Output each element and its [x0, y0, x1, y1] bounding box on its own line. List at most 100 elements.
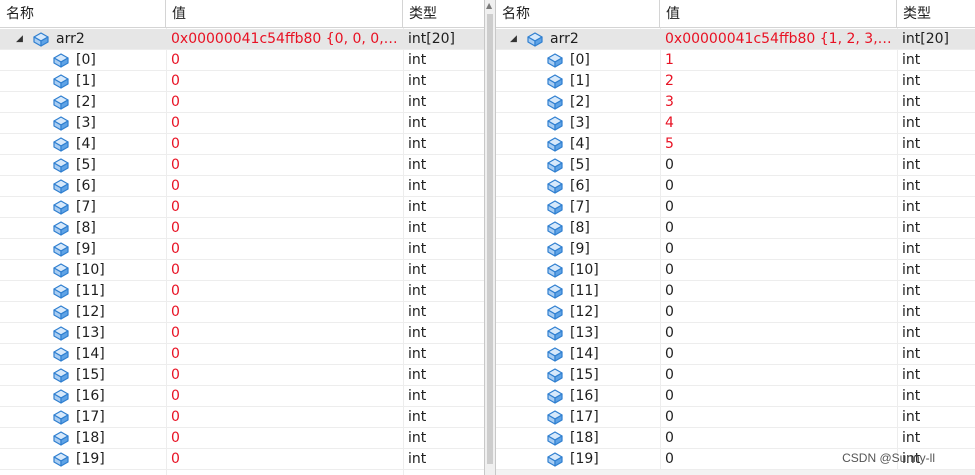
variable-value[interactable]: 0x00000041c54ffb80 {0, 0, 0, 0, 0, 0, ..… — [171, 29, 400, 50]
column-header-value[interactable]: 值 — [166, 0, 403, 28]
watch-row[interactable]: [1] 0 int — [0, 71, 484, 92]
watch-row[interactable]: [16] 0 int — [496, 386, 975, 407]
variable-value[interactable]: 0 — [171, 92, 400, 113]
watch-row[interactable]: [2] 0 int — [0, 92, 484, 113]
watch-row[interactable]: [17] 0 int — [0, 407, 484, 428]
variable-type: int — [408, 325, 427, 341]
column-header-name[interactable]: 名称 — [496, 0, 660, 28]
watch-row[interactable]: [17] 0 int — [496, 407, 975, 428]
column-header-type[interactable]: 类型 — [403, 0, 484, 28]
vertical-scrollbar[interactable]: ▲ — [484, 0, 496, 475]
watch-row[interactable]: [10] 0 int — [0, 260, 484, 281]
variable-value[interactable]: 0 — [171, 113, 400, 134]
watch-row-parent[interactable]: ◢ arr2 0x00000041c54ffb80 {0, 0, 0, 0, 0,… — [0, 29, 484, 50]
watch-row[interactable]: [1] 2 int — [496, 71, 975, 92]
watch-row[interactable]: [18] 0 int — [0, 428, 484, 449]
watch-row[interactable]: [15] 0 int — [0, 365, 484, 386]
variable-value[interactable]: 0 — [665, 218, 894, 239]
watch-row[interactable]: [9] 0 int — [0, 239, 484, 260]
variable-value[interactable]: 0 — [665, 407, 894, 428]
watch-row[interactable]: [0] 0 int — [0, 50, 484, 71]
variable-name: [1] — [76, 73, 96, 89]
watch-row[interactable]: [13] 0 int — [0, 323, 484, 344]
variable-value[interactable]: 0 — [665, 281, 894, 302]
watch-row[interactable]: [11] 0 int — [0, 281, 484, 302]
variable-value[interactable]: 0 — [665, 386, 894, 407]
variable-value[interactable]: 0 — [665, 344, 894, 365]
watch-row[interactable]: [10] 0 int — [496, 260, 975, 281]
variable-value[interactable]: 0 — [171, 155, 400, 176]
variable-value[interactable]: 0 — [171, 281, 400, 302]
variable-value[interactable]: 0 — [171, 407, 400, 428]
watch-row[interactable]: [14] 0 int — [0, 344, 484, 365]
watch-row-parent[interactable]: ◢ arr2 0x00000041c54ffb80 {1, 2, 3, 4, 5,… — [496, 29, 975, 50]
variable-field-icon — [52, 115, 70, 132]
variable-value[interactable]: 0 — [171, 218, 400, 239]
watch-row[interactable]: [15] 0 int — [496, 365, 975, 386]
watch-row[interactable]: [13] 0 int — [496, 323, 975, 344]
variable-value[interactable]: 0 — [665, 239, 894, 260]
variable-value[interactable]: 0 — [171, 176, 400, 197]
watch-row[interactable]: [7] 0 int — [0, 197, 484, 218]
watch-row[interactable]: [19] 0 int — [0, 449, 484, 470]
watch-row[interactable]: [11] 0 int — [496, 281, 975, 302]
variable-value[interactable]: 0 — [665, 260, 894, 281]
expanded-triangle-icon[interactable]: ◢ — [510, 29, 517, 50]
watch-row[interactable]: [5] 0 int — [496, 155, 975, 176]
watch-row[interactable]: [5] 0 int — [0, 155, 484, 176]
watch-row[interactable]: [12] 0 int — [0, 302, 484, 323]
variable-value[interactable]: 5 — [665, 134, 894, 155]
watch-row[interactable]: [8] 0 int — [0, 218, 484, 239]
variable-value[interactable]: 0 — [665, 365, 894, 386]
variable-type: int — [408, 283, 427, 299]
column-header-value[interactable]: 值 — [660, 0, 897, 28]
watch-row[interactable]: [0] 1 int — [496, 50, 975, 71]
scrollbar-thumb[interactable] — [487, 14, 493, 464]
variable-value[interactable]: 0 — [665, 176, 894, 197]
watch-row[interactable]: [4] 5 int — [496, 134, 975, 155]
watch-row[interactable]: [4] 0 int — [0, 134, 484, 155]
column-header-name[interactable]: 名称 — [0, 0, 166, 28]
watch-row[interactable]: [3] 0 int — [0, 113, 484, 134]
column-header-type[interactable]: 类型 — [897, 0, 975, 28]
variable-value[interactable]: 0 — [171, 71, 400, 92]
watch-row[interactable]: [7] 0 int — [496, 197, 975, 218]
variable-value[interactable]: 0 — [171, 239, 400, 260]
variable-value[interactable]: 0 — [665, 428, 894, 449]
watch-row[interactable]: [12] 0 int — [496, 302, 975, 323]
variable-value[interactable]: 2 — [665, 71, 894, 92]
variable-value[interactable]: 0 — [171, 323, 400, 344]
watch-row[interactable]: [6] 0 int — [0, 176, 484, 197]
expanded-triangle-icon[interactable]: ◢ — [16, 29, 23, 50]
variable-value[interactable]: 0x00000041c54ffb80 {1, 2, 3, 4, 5, 0, ..… — [665, 29, 894, 50]
watch-row[interactable]: [2] 3 int — [496, 92, 975, 113]
variable-value[interactable]: 0 — [171, 365, 400, 386]
variable-field-icon — [52, 283, 70, 300]
variable-value[interactable]: 0 — [171, 449, 400, 470]
watch-row[interactable]: [9] 0 int — [496, 239, 975, 260]
watch-row[interactable]: [16] 0 int — [0, 386, 484, 407]
watch-row[interactable]: [3] 4 int — [496, 113, 975, 134]
variable-value[interactable]: 0 — [171, 344, 400, 365]
variable-value[interactable]: 0 — [171, 50, 400, 71]
variable-value[interactable]: 1 — [665, 50, 894, 71]
variable-name: [17] — [76, 409, 105, 425]
variable-value[interactable]: 0 — [171, 428, 400, 449]
variable-value[interactable]: 0 — [665, 323, 894, 344]
watch-row[interactable]: [18] 0 int — [496, 428, 975, 449]
watch-row[interactable]: [14] 0 int — [496, 344, 975, 365]
variable-value[interactable]: 0 — [665, 155, 894, 176]
variable-value[interactable]: 0 — [171, 302, 400, 323]
watch-row[interactable]: [6] 0 int — [496, 176, 975, 197]
watch-row[interactable]: [8] 0 int — [496, 218, 975, 239]
variable-value[interactable]: 0 — [665, 302, 894, 323]
variable-value[interactable]: 0 — [171, 134, 400, 155]
variable-value[interactable]: 0 — [171, 260, 400, 281]
variable-value[interactable]: 0 — [665, 197, 894, 218]
variable-value[interactable]: 0 — [171, 197, 400, 218]
variable-value[interactable]: 4 — [665, 113, 894, 134]
scroll-up-arrow-icon[interactable]: ▲ — [486, 2, 492, 10]
variable-value[interactable]: 0 — [171, 386, 400, 407]
variable-value[interactable]: 3 — [665, 92, 894, 113]
variable-field-icon — [546, 136, 564, 153]
